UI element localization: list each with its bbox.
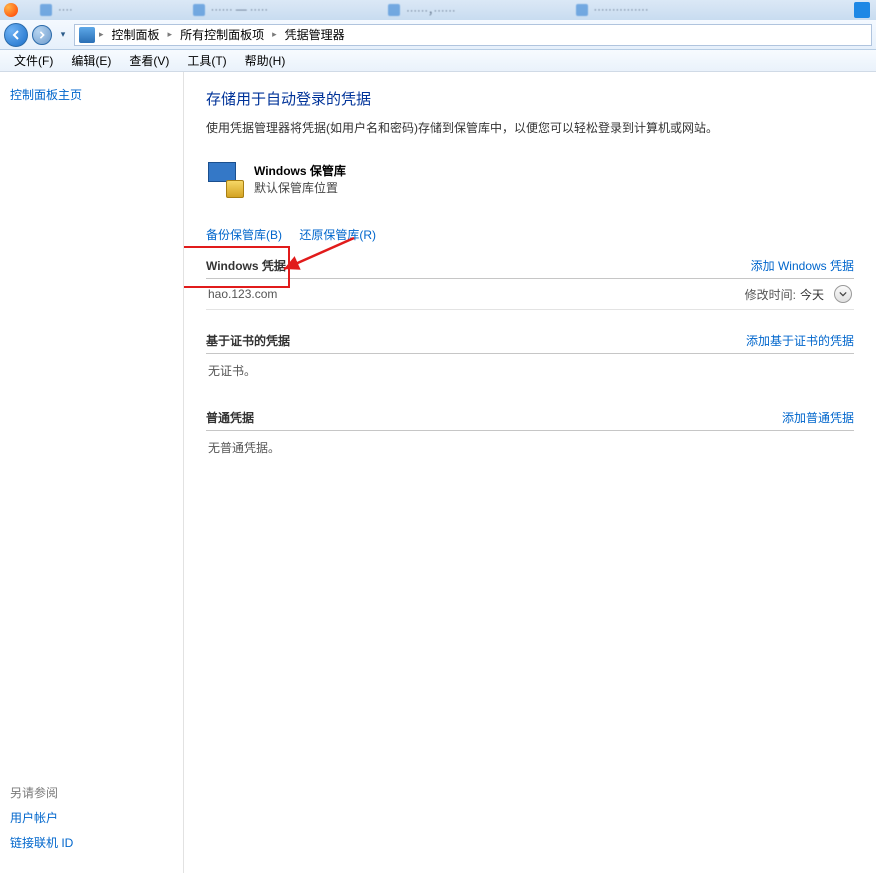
add-cert-credential-link[interactable]: 添加基于证书的凭据 [746, 332, 854, 349]
favicon-icon [576, 4, 588, 16]
breadcrumb-item-all-items[interactable]: 所有控制面板项 [176, 26, 268, 43]
windows-credentials-section: Windows 凭据 添加 Windows 凭据 hao.123.com 修改时… [206, 257, 854, 310]
see-also-section: 另请参阅 用户帐户 链接联机 ID [10, 776, 173, 859]
app-icon [4, 3, 18, 17]
generic-empty-message: 无普通凭据。 [206, 431, 854, 464]
favicon-icon [193, 4, 205, 16]
vault-summary: Windows 保管库 默认保管库位置 [206, 154, 854, 204]
arrow-right-icon [38, 31, 46, 39]
menu-help[interactable]: 帮助(H) [237, 50, 294, 71]
breadcrumb[interactable]: ▸ 控制面板 ▸ 所有控制面板项 ▸ 凭据管理器 [74, 24, 872, 46]
tab-item[interactable]: ···· [40, 4, 73, 16]
add-generic-credential-link[interactable]: 添加普通凭据 [782, 409, 854, 426]
expand-button[interactable] [834, 285, 852, 303]
see-also-heading: 另请参阅 [10, 784, 173, 801]
restore-vault-link[interactable]: 还原保管库(R) [299, 228, 376, 242]
sidebar: 控制面板主页 另请参阅 用户帐户 链接联机 ID [0, 72, 184, 873]
vault-subtitle: 默认保管库位置 [254, 179, 346, 196]
credential-name: hao.123.com [208, 287, 745, 301]
arrow-left-icon [11, 30, 21, 40]
chevron-down-icon [839, 290, 847, 298]
menu-bar: 文件(F) 编辑(E) 查看(V) 工具(T) 帮助(H) [0, 50, 876, 72]
breadcrumb-item-credential-manager[interactable]: 凭据管理器 [281, 26, 349, 43]
window-control-icon[interactable] [854, 2, 870, 18]
menu-tools[interactable]: 工具(T) [179, 50, 234, 71]
main-area: 控制面板主页 另请参阅 用户帐户 链接联机 ID 存储用于自动登录的凭据 使用凭… [0, 72, 876, 873]
section-title-windows: Windows 凭据 [206, 257, 751, 274]
tab-label: ··············· [594, 4, 649, 16]
chevron-right-icon: ▸ [272, 29, 277, 40]
generic-credentials-section: 普通凭据 添加普通凭据 无普通凭据。 [206, 409, 854, 464]
browser-tabstrip: ···· ······ — ····· ······，······ ······… [0, 0, 876, 20]
vault-icon [206, 160, 244, 198]
link-online-id-link[interactable]: 链接联机 ID [10, 834, 173, 851]
backup-vault-link[interactable]: 备份保管库(B) [206, 228, 282, 242]
tab-label: ···· [58, 4, 73, 16]
page-description: 使用凭据管理器将凭据(如用户名和密码)存储到保管库中，以便您可以轻松登录到计算机… [206, 119, 854, 136]
credential-date: 今天 [800, 286, 824, 303]
cert-empty-message: 无证书。 [206, 354, 854, 387]
vault-actions: 备份保管库(B) 还原保管库(R) [206, 226, 854, 243]
chevron-right-icon: ▸ [99, 29, 104, 40]
breadcrumb-item-control-panel[interactable]: 控制面板 [108, 26, 164, 43]
section-title-generic: 普通凭据 [206, 409, 782, 426]
favicon-icon [40, 4, 52, 16]
add-windows-credential-link[interactable]: 添加 Windows 凭据 [751, 257, 854, 274]
section-title-cert: 基于证书的凭据 [206, 332, 746, 349]
tab-label: ······ — ····· [211, 4, 268, 16]
forward-button[interactable] [32, 25, 52, 45]
control-panel-icon [79, 27, 95, 43]
tab-item[interactable]: ··············· [576, 4, 649, 16]
favicon-icon [388, 4, 400, 16]
tab-item[interactable]: ······ — ····· [193, 4, 268, 16]
nav-bar: ▾ ▸ 控制面板 ▸ 所有控制面板项 ▸ 凭据管理器 [0, 20, 876, 50]
user-accounts-link[interactable]: 用户帐户 [10, 809, 173, 826]
credential-row[interactable]: hao.123.com 修改时间: 今天 [206, 279, 854, 310]
menu-edit[interactable]: 编辑(E) [63, 50, 119, 71]
certificate-credentials-section: 基于证书的凭据 添加基于证书的凭据 无证书。 [206, 332, 854, 387]
history-dropdown-button[interactable]: ▾ [56, 29, 70, 40]
credential-date-label: 修改时间: [745, 286, 796, 303]
tab-item[interactable]: ······，······ [388, 2, 455, 18]
chevron-right-icon: ▸ [168, 29, 173, 40]
menu-file[interactable]: 文件(F) [6, 50, 61, 71]
control-panel-home-link[interactable]: 控制面板主页 [10, 86, 173, 103]
menu-view[interactable]: 查看(V) [121, 50, 177, 71]
back-button[interactable] [4, 23, 28, 47]
content-pane: 存储用于自动登录的凭据 使用凭据管理器将凭据(如用户名和密码)存储到保管库中，以… [184, 72, 876, 873]
page-title: 存储用于自动登录的凭据 [206, 88, 854, 109]
vault-title: Windows 保管库 [254, 162, 346, 179]
tab-label: ······，······ [406, 2, 455, 18]
